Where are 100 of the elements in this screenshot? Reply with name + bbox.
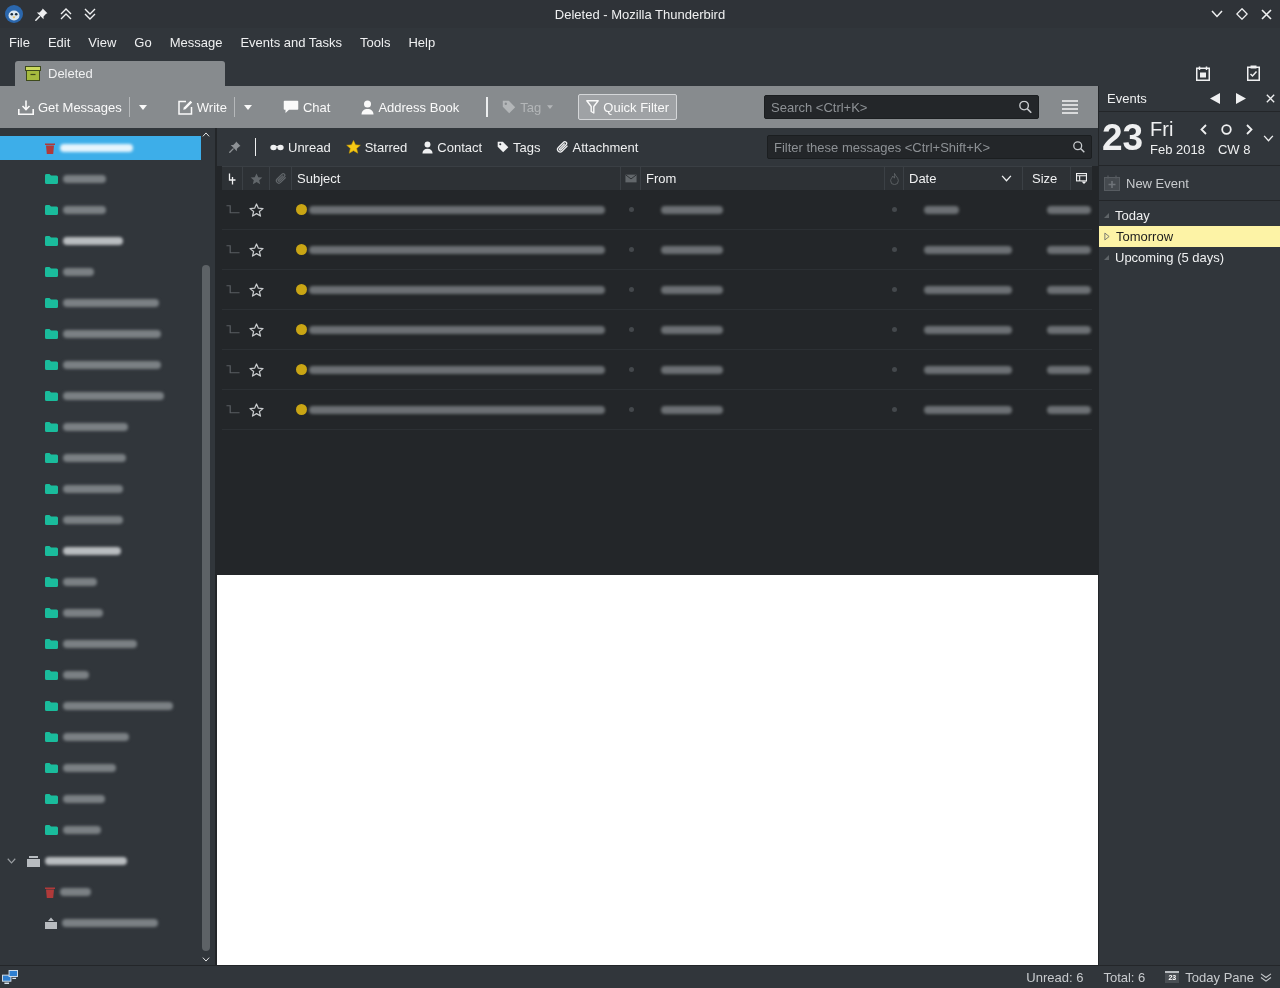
star-icon[interactable]	[249, 322, 264, 337]
calendar-plus-icon	[1104, 175, 1120, 191]
menu-item[interactable]: Go	[125, 33, 161, 53]
folder-icon	[45, 329, 58, 339]
archive-box-icon	[25, 66, 41, 81]
menu-item[interactable]: Help	[399, 33, 445, 53]
blurred-text	[661, 365, 723, 374]
agenda-section[interactable]: Tomorrow	[1099, 226, 1280, 247]
dot-icon	[892, 367, 897, 372]
double-chevron-down-icon[interactable]	[1260, 972, 1272, 982]
star-icon[interactable]	[249, 362, 264, 377]
app-logo-icon[interactable]	[5, 5, 23, 23]
agenda-section[interactable]: Today	[1099, 205, 1280, 226]
thread-icon	[225, 244, 240, 255]
dot-icon	[892, 287, 897, 292]
search-icon[interactable]	[1073, 141, 1085, 153]
month-year: Feb 2018	[1150, 142, 1205, 157]
blurred-text	[1047, 325, 1091, 334]
glasses-icon	[270, 143, 284, 151]
agenda-section[interactable]: Upcoming (5 days)	[1099, 247, 1280, 268]
star-icon[interactable]	[249, 242, 264, 257]
chevron-up-icon[interactable]	[202, 132, 210, 137]
search-field[interactable]: Search <Ctrl+K>	[764, 95, 1039, 119]
thread-icon	[225, 324, 240, 335]
dot-icon	[628, 407, 634, 412]
folder-icon	[45, 484, 58, 494]
dot-icon	[296, 284, 307, 295]
column-picker-icon[interactable]	[1076, 173, 1087, 184]
chevron-left-icon[interactable]	[1200, 123, 1207, 135]
filter-toggle[interactable]: Attachment	[553, 135, 641, 159]
dot-icon	[892, 407, 897, 412]
folder-icon	[45, 515, 58, 525]
folder-icon	[45, 825, 58, 835]
funnel-icon	[586, 100, 600, 114]
double-chevron-up-icon[interactable]	[60, 8, 72, 20]
pane-title: Events	[1107, 91, 1148, 106]
menu-item[interactable]: View	[79, 33, 126, 53]
dot-icon	[892, 207, 897, 212]
close-icon[interactable]	[1261, 8, 1272, 20]
dot-icon	[628, 287, 634, 292]
circle-icon[interactable]	[1221, 123, 1232, 135]
blurred-text	[661, 405, 723, 414]
triangle-right-icon[interactable]	[1236, 93, 1246, 104]
triangle-left-icon[interactable]	[1210, 93, 1220, 104]
column-header[interactable]: Size	[1023, 167, 1071, 190]
filter-toggle[interactable]: Unread	[268, 135, 333, 159]
pin-icon[interactable]	[35, 7, 48, 21]
dot-icon	[296, 204, 307, 215]
menu-item[interactable]: Message	[160, 33, 232, 53]
new-event-button[interactable]: New Event	[1099, 166, 1280, 200]
pencil-icon	[177, 99, 193, 115]
folder-icon	[45, 639, 58, 649]
star-icon[interactable]	[249, 402, 264, 417]
star-icon[interactable]	[249, 282, 264, 297]
blurred-text	[1047, 365, 1091, 374]
dot-icon	[628, 207, 634, 212]
total-count: Total: 6	[1103, 969, 1146, 985]
box-icon	[27, 855, 40, 867]
dot-icon	[892, 247, 897, 252]
menu-item[interactable]: Events and Tasks	[231, 33, 352, 53]
menu-item[interactable]: Tools	[351, 33, 400, 53]
chevron-right-icon[interactable]	[1246, 123, 1253, 135]
blurred-text	[924, 205, 959, 214]
thread-icon	[225, 204, 240, 215]
thread-icon	[225, 364, 240, 375]
clipboard-check-icon[interactable]	[1247, 65, 1260, 81]
diamond-icon[interactable]	[1236, 8, 1248, 20]
thread-icon[interactable]	[228, 172, 236, 185]
folder-icon	[45, 298, 58, 308]
folder-icon	[45, 763, 58, 773]
folder-icon	[45, 794, 58, 804]
column-header[interactable]: From	[641, 167, 885, 190]
folder-icon	[45, 267, 58, 277]
folder-icon	[45, 608, 58, 618]
filter-field[interactable]: Filter these messages <Ctrl+Shift+K>	[767, 135, 1092, 159]
triangle-outline-icon[interactable]	[1104, 232, 1110, 241]
filter-toggle[interactable]: Tags	[495, 135, 543, 159]
monitors-icon[interactable]	[2, 970, 18, 984]
filter-toggle[interactable]: Starred	[343, 135, 410, 159]
blurred-text	[1047, 285, 1091, 294]
paperclip-icon[interactable]	[274, 172, 287, 185]
filter-toggle[interactable]: Contact	[420, 135, 485, 159]
column-header[interactable]: Date	[904, 167, 1023, 190]
scrollbar-thumb[interactable]	[202, 265, 210, 951]
blurred-text	[1047, 205, 1091, 214]
menu-item[interactable]: Edit	[38, 33, 80, 53]
menu-item[interactable]: File	[0, 33, 39, 53]
blurred-text	[1047, 405, 1091, 414]
folder-icon	[45, 546, 58, 556]
folder-icon	[45, 577, 58, 587]
search-icon[interactable]	[1019, 100, 1032, 114]
folder-icon	[45, 453, 58, 463]
star-icon[interactable]	[249, 172, 263, 185]
star-icon[interactable]	[249, 202, 264, 217]
calendar-icon[interactable]	[1196, 65, 1210, 81]
thread-icon	[225, 404, 240, 415]
column-header[interactable]: Subject	[292, 167, 621, 190]
close-icon[interactable]	[1266, 94, 1275, 103]
blurred-text	[1047, 245, 1091, 254]
calendar-week: CW 8	[1217, 142, 1251, 157]
